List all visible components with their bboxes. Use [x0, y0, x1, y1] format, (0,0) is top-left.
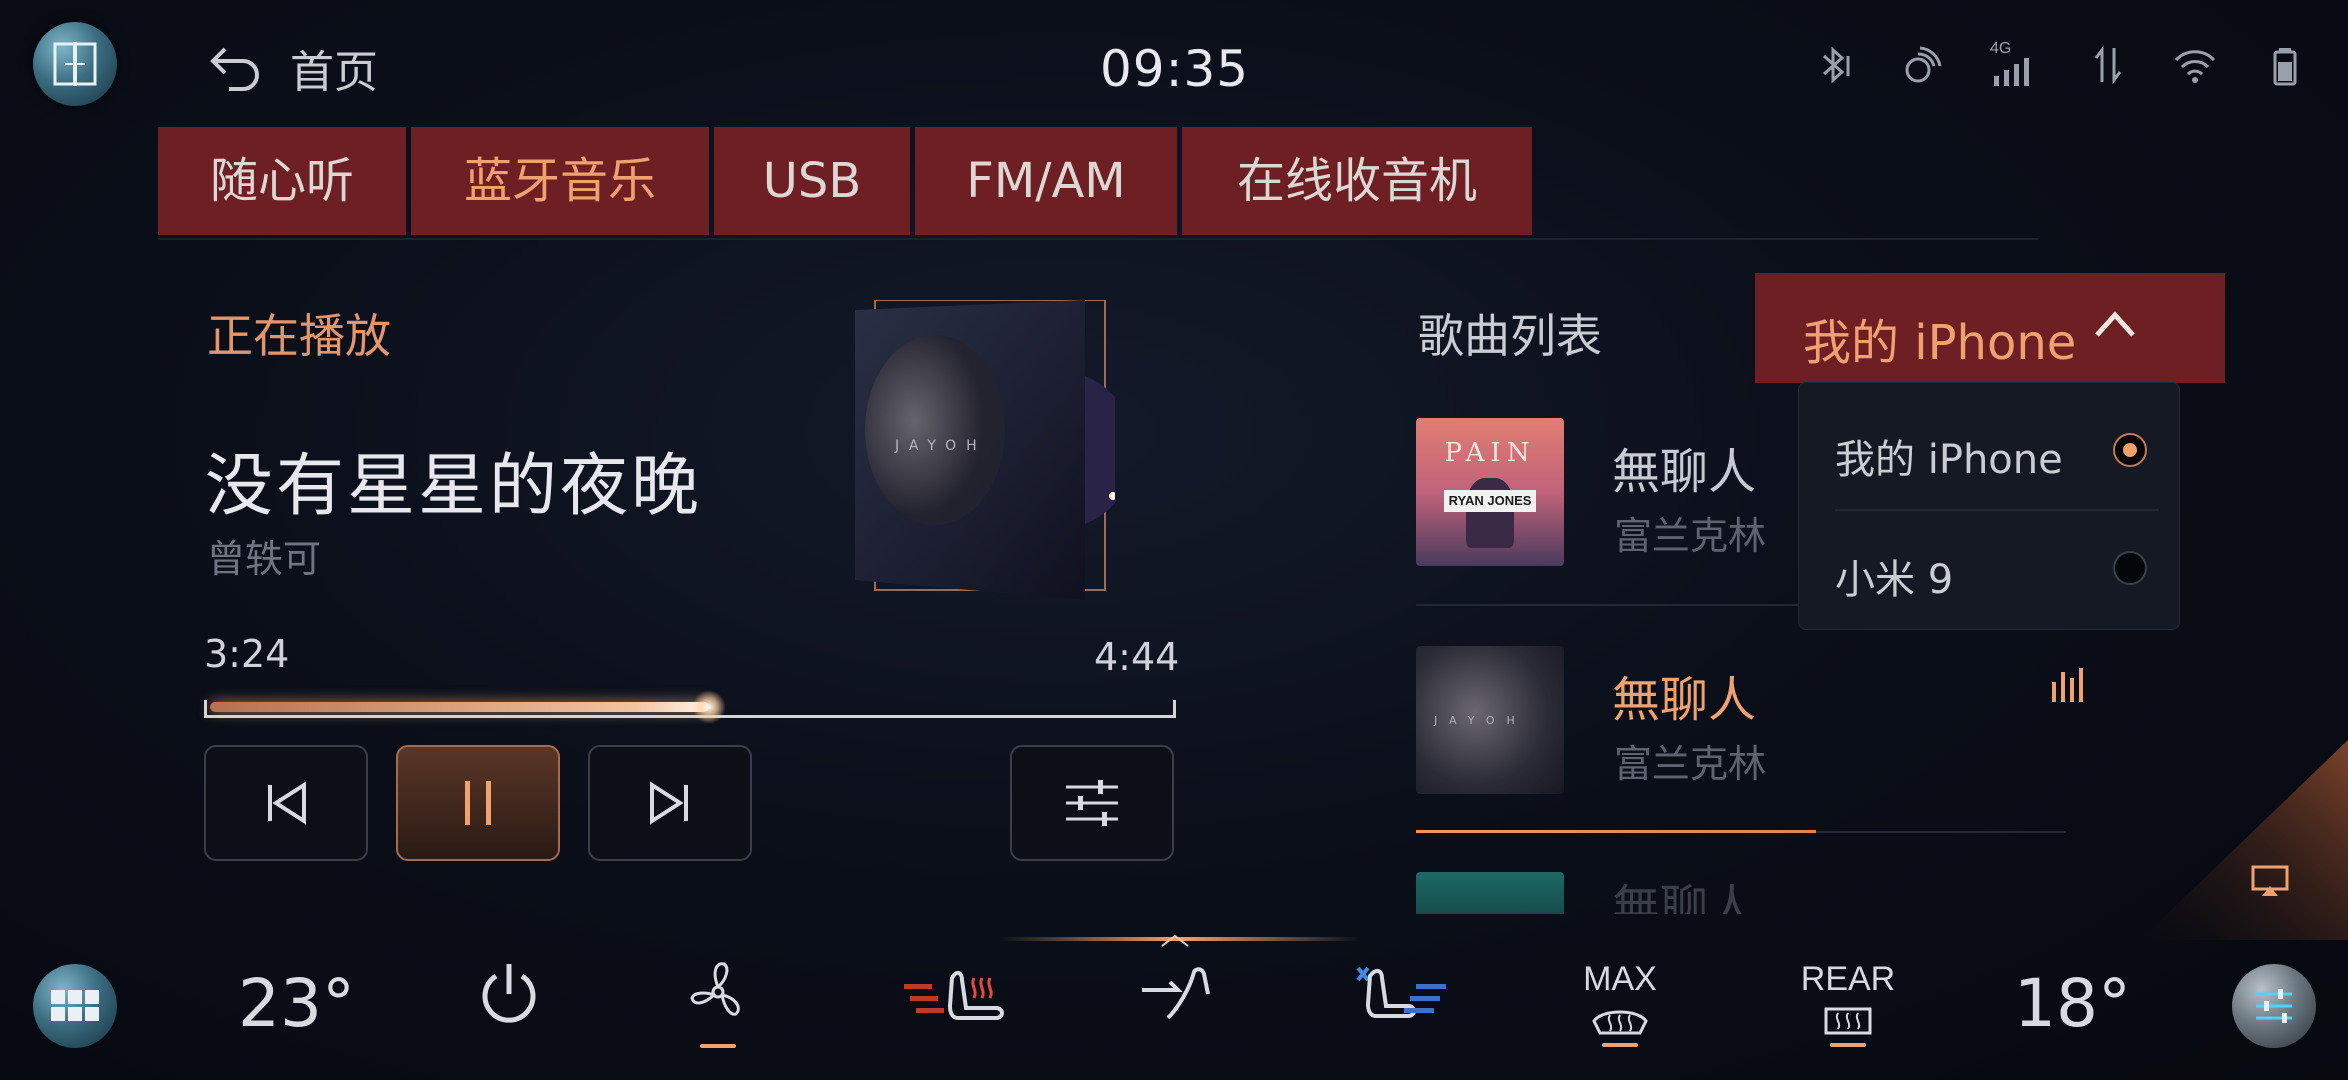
battery-icon	[2273, 48, 2297, 86]
corner-decoration	[2140, 740, 2348, 940]
tab-usb[interactable]: USB	[714, 127, 910, 235]
tab-online-radio[interactable]: 在线收音机	[1182, 127, 1532, 235]
song-artist: 曾轶可	[207, 537, 322, 581]
signal-4g-icon: 4G	[1990, 40, 2040, 90]
climate-settings-button[interactable]	[2232, 964, 2316, 1048]
song-thumbnail[interactable]	[1416, 872, 1564, 914]
song-list-label: 歌曲列表	[1418, 309, 1602, 363]
tab-fm-am[interactable]: FM/AM	[915, 127, 1177, 235]
cast-screen-icon[interactable]	[2250, 864, 2290, 898]
song-title-1[interactable]: 無聊人	[1612, 432, 1756, 502]
tab-random-listen[interactable]: 随心听	[158, 127, 406, 235]
device-option-iphone[interactable]: 我的 iPhone	[1835, 427, 2063, 485]
fan-icon[interactable]	[686, 958, 750, 1054]
song-title-3[interactable]: 無聊人	[1612, 880, 1756, 914]
now-playing-label: 正在播放	[207, 309, 391, 363]
chevron-up-icon	[2095, 311, 2135, 337]
seat-heat-icon[interactable]	[900, 958, 1012, 1038]
song-title: 没有星星的夜晚	[205, 447, 703, 526]
sliders-icon	[1066, 780, 1118, 826]
rear-defrost-button[interactable]: REAR	[1796, 960, 1900, 1055]
song-artist-1: 富兰克林	[1614, 514, 1767, 558]
apps-grid-button[interactable]	[33, 964, 117, 1048]
radio-unselected-icon[interactable]	[2113, 551, 2147, 585]
dropdown-divider	[1835, 509, 2159, 511]
rear-label: REAR	[1800, 960, 1896, 998]
air-flow-icon[interactable]	[1138, 958, 1214, 1038]
thumbnail-text: JAYOH	[1434, 714, 1527, 727]
total-time: 4:44	[1094, 635, 1180, 679]
portrait-figure	[1466, 478, 1514, 548]
equalizer-settings-button[interactable]	[1010, 745, 1174, 861]
progress-fill	[210, 702, 709, 712]
home-label[interactable]: 首页	[290, 36, 378, 100]
rear-defrost-icon	[1824, 1007, 1872, 1047]
data-transfer-icon	[2094, 45, 2122, 85]
power-icon[interactable]	[476, 958, 542, 1028]
song-artist-2: 富兰克林	[1614, 742, 1767, 786]
pause-icon	[465, 781, 491, 825]
album-art: JAYOH	[855, 299, 1135, 600]
max-label: MAX	[1583, 960, 1657, 998]
grid-icon	[51, 990, 99, 1021]
front-defrost-icon	[1592, 1010, 1648, 1047]
right-temperature[interactable]: 18°	[2014, 965, 2131, 1042]
radio-selected-icon[interactable]	[2113, 433, 2147, 467]
lincoln-star-icon	[53, 42, 97, 86]
connected-car-icon	[1905, 46, 1942, 83]
device-selector-button[interactable]: 我的 iPhone	[1755, 273, 2225, 383]
device-selector-label: 我的 iPhone	[1803, 315, 2077, 371]
brand-logo[interactable]	[33, 22, 117, 106]
song-progress-underline	[1416, 830, 1816, 833]
previous-icon	[268, 781, 306, 825]
back-arrow-icon	[210, 47, 259, 91]
song-thumbnail[interactable]: PAIN RYAN JONES	[1416, 418, 1564, 566]
song-title-2[interactable]: 無聊人	[1612, 660, 1756, 730]
clock: 09:35	[1100, 40, 1250, 98]
tabs-divider	[158, 238, 2038, 240]
progress-handle[interactable]	[692, 690, 726, 724]
seat-ventilation-icon[interactable]	[1346, 958, 1458, 1038]
device-dropdown: 我的 iPhone 小米 9	[1798, 382, 2180, 630]
next-icon	[650, 781, 688, 825]
device-option-xiaomi[interactable]: 小米 9	[1835, 547, 1953, 605]
row-divider	[1816, 831, 2066, 833]
song-thumbnail[interactable]: JAYOH	[1416, 646, 1564, 794]
settings-sliders-icon	[2256, 989, 2292, 1023]
chevron-up-handle-icon[interactable]	[1160, 934, 1190, 948]
now-playing-bars-icon	[2052, 668, 2083, 702]
pause-button[interactable]	[396, 745, 560, 861]
elapsed-time: 3:24	[204, 632, 290, 676]
thumbnail-text: PAIN	[1444, 438, 1536, 468]
thumbnail-band: RYAN JONES	[1444, 490, 1536, 512]
album-text: JAYOH	[894, 438, 987, 454]
wifi-icon	[2174, 50, 2216, 83]
next-button[interactable]	[588, 745, 752, 861]
previous-button[interactable]	[204, 745, 368, 861]
back-button[interactable]	[205, 35, 265, 95]
left-temperature[interactable]: 23°	[238, 965, 355, 1042]
max-defrost-button[interactable]: MAX	[1572, 960, 1668, 1055]
tab-bluetooth-music[interactable]: 蓝牙音乐	[411, 127, 709, 235]
bluetooth-icon	[1823, 46, 1850, 84]
